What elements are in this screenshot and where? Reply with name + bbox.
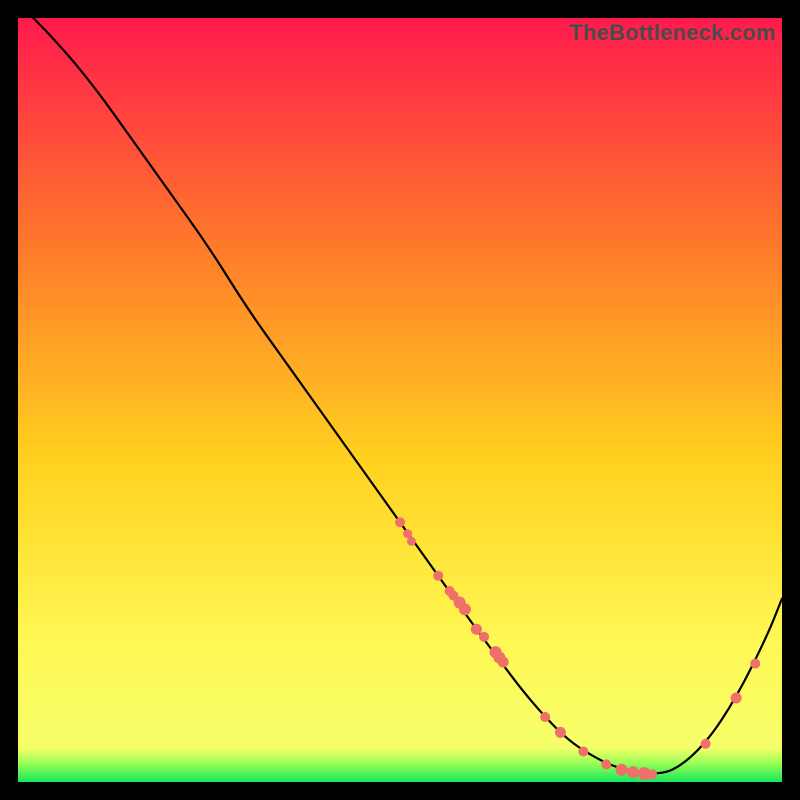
data-point bbox=[459, 603, 471, 615]
watermark-text: TheBottleneck.com bbox=[570, 20, 776, 46]
data-point bbox=[616, 764, 628, 776]
data-point bbox=[407, 537, 416, 546]
chart-frame: TheBottleneck.com bbox=[18, 18, 782, 782]
data-point bbox=[479, 632, 489, 642]
data-point bbox=[731, 692, 742, 703]
data-point bbox=[647, 769, 657, 779]
data-point bbox=[578, 746, 588, 756]
bottleneck-chart bbox=[18, 18, 782, 782]
data-point bbox=[498, 657, 509, 668]
data-point bbox=[601, 759, 611, 769]
gradient-background bbox=[18, 18, 782, 782]
data-point bbox=[471, 624, 482, 635]
data-point bbox=[433, 571, 443, 581]
data-point bbox=[701, 739, 711, 749]
data-point bbox=[403, 529, 412, 538]
data-point bbox=[395, 517, 405, 527]
data-point bbox=[627, 766, 639, 778]
data-point bbox=[540, 712, 550, 722]
data-point bbox=[555, 727, 566, 738]
data-point bbox=[750, 659, 760, 669]
